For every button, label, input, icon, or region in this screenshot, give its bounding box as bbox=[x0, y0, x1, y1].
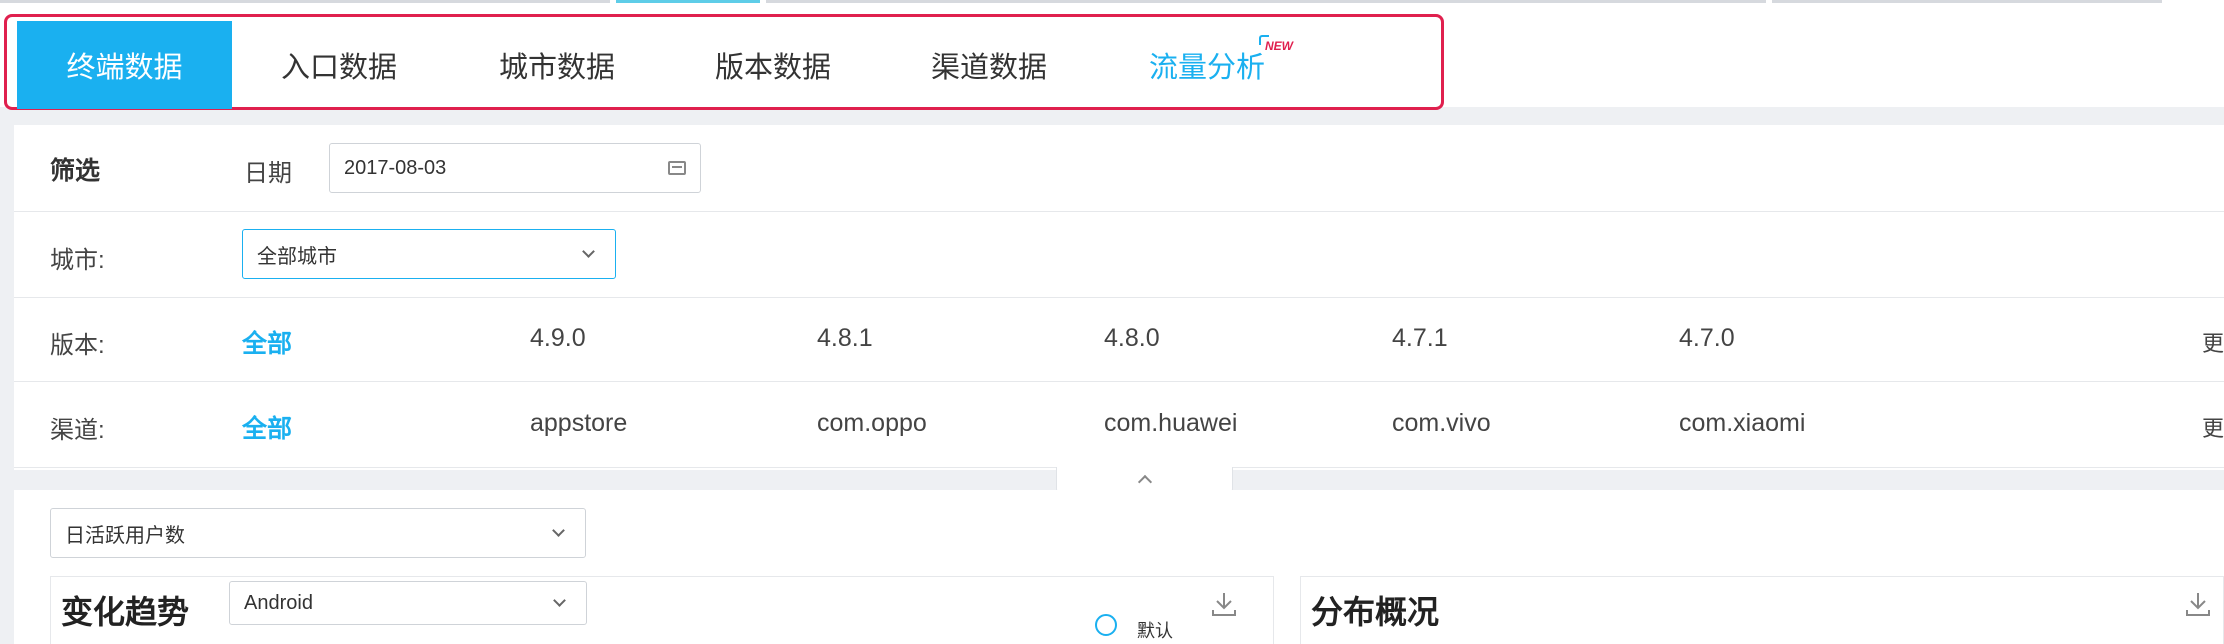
version-option[interactable]: 4.8.0 bbox=[1104, 324, 1160, 353]
version-option[interactable]: 4.8.1 bbox=[817, 324, 873, 353]
download-icon[interactable] bbox=[2185, 591, 2211, 617]
top-divider bbox=[766, 0, 1766, 3]
date-label: 日期 bbox=[244, 160, 292, 187]
platform-select[interactable]: Android bbox=[229, 581, 587, 625]
chevron-down-icon bbox=[582, 245, 595, 258]
distribution-title: 分布概况 bbox=[1311, 594, 1440, 630]
radio-label: 默认 bbox=[1137, 621, 1173, 641]
top-divider bbox=[1772, 0, 2162, 3]
trend-title: 变化趋势 bbox=[61, 594, 190, 630]
version-option[interactable]: 4.7.1 bbox=[1392, 324, 1448, 353]
date-picker[interactable]: 2017-08-03 bbox=[329, 143, 701, 193]
top-divider bbox=[0, 0, 610, 3]
tab-version-data[interactable]: 版本数据 bbox=[673, 21, 873, 109]
date-value: 2017-08-03 bbox=[344, 156, 447, 179]
calendar-icon[interactable] bbox=[668, 161, 686, 175]
filter-title: 筛选 bbox=[50, 157, 101, 185]
tab-channel-data[interactable]: 渠道数据 bbox=[889, 21, 1089, 109]
page: 终端数据 入口数据 城市数据 版本数据 渠道数据 流量分析 NEW 筛选 日期 … bbox=[0, 0, 2224, 644]
metric-select[interactable]: 日活跃用户数 bbox=[50, 508, 586, 558]
version-option[interactable]: 4.9.0 bbox=[530, 324, 586, 353]
channel-option[interactable]: com.huawei bbox=[1104, 409, 1237, 438]
tab-highlight-frame: 终端数据 入口数据 城市数据 版本数据 渠道数据 流量分析 NEW bbox=[4, 14, 1444, 110]
trend-card: 变化趋势 Android 默认 bbox=[50, 576, 1274, 644]
download-icon[interactable] bbox=[1211, 591, 1237, 617]
tab-city-data[interactable]: 城市数据 bbox=[457, 21, 657, 109]
channel-option[interactable]: com.oppo bbox=[817, 409, 927, 438]
tab-terminal-data[interactable]: 终端数据 bbox=[17, 21, 232, 109]
chevron-down-icon bbox=[552, 524, 565, 537]
channel-more-link[interactable]: 更 bbox=[2202, 411, 2224, 443]
filter-panel: 筛选 日期 2017-08-03 城市: 全部城市 版本: 全部 4.9.0 4… bbox=[14, 125, 2224, 470]
version-option[interactable]: 4.7.0 bbox=[1679, 324, 1735, 353]
new-badge: NEW bbox=[1259, 35, 1293, 53]
channel-label: 渠道: bbox=[50, 417, 105, 444]
version-more-link[interactable]: 更 bbox=[2202, 326, 2224, 358]
version-option-all[interactable]: 全部 bbox=[242, 324, 292, 360]
city-select[interactable]: 全部城市 bbox=[242, 229, 616, 279]
tab-bar: 终端数据 入口数据 城市数据 版本数据 渠道数据 流量分析 NEW bbox=[0, 14, 2224, 110]
top-divider bbox=[616, 0, 760, 3]
metric-value: 日活跃用户数 bbox=[65, 524, 185, 547]
channel-option[interactable]: appstore bbox=[530, 409, 627, 438]
filter-row-city: 城市: 全部城市 bbox=[14, 212, 2224, 298]
chevron-up-icon bbox=[1137, 474, 1153, 490]
city-value: 全部城市 bbox=[257, 245, 337, 268]
platform-value: Android bbox=[244, 591, 313, 614]
filter-row-version: 版本: 全部 4.9.0 4.8.1 4.8.0 4.7.1 4.7.0 更 bbox=[14, 298, 2224, 382]
version-label: 版本: bbox=[50, 332, 105, 359]
report-area: 日活跃用户数 变化趋势 Android 默认 分布概况 bbox=[14, 490, 2224, 644]
filter-row-date: 筛选 日期 2017-08-03 bbox=[14, 125, 2224, 212]
chevron-down-icon bbox=[553, 594, 566, 607]
tab-entry-data[interactable]: 入口数据 bbox=[239, 21, 439, 109]
filter-row-channel: 渠道: 全部 appstore com.oppo com.huawei com.… bbox=[14, 382, 2224, 468]
channel-option[interactable]: com.vivo bbox=[1392, 409, 1491, 438]
city-label: 城市: bbox=[50, 247, 105, 274]
channel-option-all[interactable]: 全部 bbox=[242, 409, 292, 445]
tab-traffic-analysis[interactable]: 流量分析 bbox=[1107, 21, 1307, 109]
top-strip bbox=[0, 0, 2224, 14]
distribution-card: 分布概况 bbox=[1300, 576, 2224, 644]
channel-option[interactable]: com.xiaomi bbox=[1679, 409, 1805, 438]
radio-icon[interactable] bbox=[1095, 614, 1117, 636]
